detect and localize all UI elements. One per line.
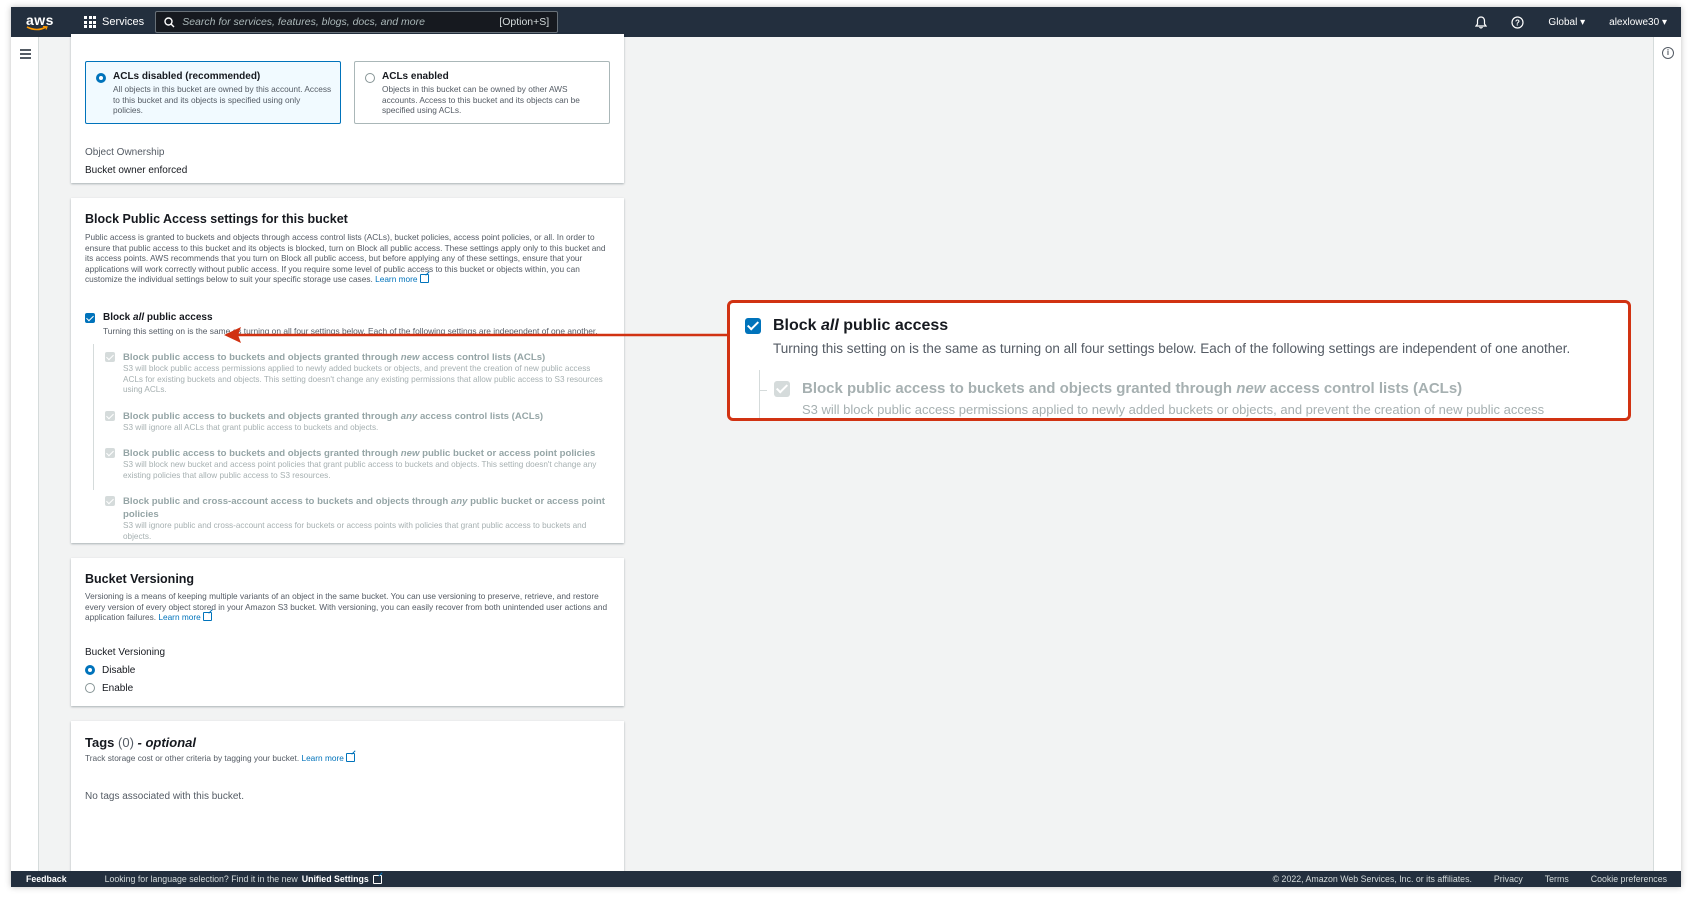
object-ownership-card: ACLs disabled (recommended) All objects … bbox=[71, 34, 624, 183]
radio-enable[interactable] bbox=[85, 683, 95, 693]
search-icon bbox=[164, 16, 175, 27]
sub-setting-description: S3 will block new bucket and access poin… bbox=[123, 460, 597, 480]
bucket-versioning-description: Versioning is a means of keeping multipl… bbox=[85, 591, 608, 622]
bucket-versioning-title: Bucket Versioning bbox=[85, 572, 195, 586]
sub-setting-checkbox[interactable] bbox=[105, 448, 115, 458]
versioning-option-enable[interactable]: Enable bbox=[85, 683, 612, 694]
info-panel-icon[interactable]: i bbox=[1662, 47, 1674, 59]
sub-setting-new-policies[interactable]: Block public access to buckets and objec… bbox=[105, 447, 611, 481]
sub-setting-title: Block public access to buckets and objec… bbox=[123, 352, 546, 363]
callout-title: Block all public access bbox=[773, 317, 949, 334]
svg-text:?: ? bbox=[1515, 18, 1520, 27]
search-shortcut: [Option+S] bbox=[499, 16, 550, 28]
copyright: © 2022, Amazon Web Services, Inc. or its… bbox=[1272, 874, 1472, 884]
browser-window: aws Services Search for services, featur… bbox=[11, 7, 1681, 887]
menu-hamburger-icon[interactable] bbox=[20, 49, 31, 61]
services-label: Services bbox=[102, 16, 145, 28]
block-all-checkbox[interactable] bbox=[85, 313, 95, 323]
services-menu[interactable]: Services bbox=[84, 16, 144, 28]
callout-sub-description: S3 will block public access permissions … bbox=[802, 402, 1545, 417]
tile-title: ACLs enabled bbox=[382, 71, 449, 82]
bucket-versioning-card: Bucket Versioning Versioning is a means … bbox=[71, 558, 624, 706]
sub-setting-any-acls[interactable]: Block public access to buckets and objec… bbox=[105, 410, 611, 434]
callout-tree-branch bbox=[759, 390, 767, 391]
radio-disable[interactable] bbox=[85, 665, 95, 675]
tree-line bbox=[93, 344, 94, 490]
block-public-access-title: Block Public Access settings for this bu… bbox=[85, 212, 348, 226]
callout-arrow-icon bbox=[224, 327, 730, 343]
sub-setting-checkbox[interactable] bbox=[105, 411, 115, 421]
right-rail: i bbox=[1653, 37, 1681, 871]
language-hint: Looking for language selection? Find it … bbox=[104, 874, 298, 884]
versioning-option-disable[interactable]: Disable bbox=[85, 665, 612, 676]
privacy-link[interactable]: Privacy bbox=[1494, 874, 1523, 884]
external-link-icon bbox=[202, 612, 212, 621]
footer: Feedback Looking for language selection?… bbox=[11, 871, 1681, 887]
top-navigation: aws Services Search for services, featur… bbox=[11, 7, 1681, 37]
block-all-label: Block all public access bbox=[103, 312, 213, 323]
zoom-callout: Block all public access Turning this set… bbox=[727, 300, 1631, 421]
learn-more-link[interactable]: Learn more bbox=[158, 612, 200, 622]
cookie-preferences-link[interactable]: Cookie preferences bbox=[1591, 874, 1667, 884]
tile-description: Objects in this bucket can be owned by o… bbox=[382, 84, 580, 115]
sub-setting-description: S3 will ignore public and cross-account … bbox=[123, 521, 587, 541]
sub-setting-checkbox[interactable] bbox=[105, 496, 115, 506]
sub-setting-description: S3 will ignore all ACLs that grant publi… bbox=[123, 423, 379, 432]
account-menu[interactable]: alexlowe30 bbox=[1609, 17, 1667, 28]
callout-sub-checkbox bbox=[774, 381, 790, 397]
callout-checkbox bbox=[745, 318, 761, 334]
learn-more-link[interactable]: Learn more bbox=[301, 753, 343, 763]
tile-acls-enabled[interactable]: ACLs enabled Objects in this bucket can … bbox=[354, 61, 610, 124]
sub-setting-title: Block public access to buckets and objec… bbox=[123, 448, 596, 459]
radio-acls-disabled[interactable] bbox=[96, 73, 106, 83]
tags-empty-message: No tags associated with this bucket. bbox=[85, 790, 244, 802]
tags-title: Tags (0) - optional bbox=[85, 735, 197, 750]
aws-smile-icon bbox=[26, 26, 48, 31]
search-placeholder: Search for services, features, blogs, do… bbox=[182, 16, 425, 28]
callout-tree-line bbox=[759, 370, 760, 418]
tile-title: ACLs disabled (recommended) bbox=[113, 71, 261, 82]
notifications-bell-icon[interactable] bbox=[1475, 15, 1488, 29]
aws-logo[interactable]: aws bbox=[24, 11, 62, 33]
callout-sub-title: Block public access to buckets and objec… bbox=[802, 380, 1463, 397]
external-link-icon bbox=[419, 274, 429, 283]
region-selector[interactable]: Global bbox=[1548, 17, 1585, 28]
callout-description: Turning this setting on is the same as t… bbox=[773, 341, 1571, 356]
tile-description: All objects in this bucket are owned by … bbox=[113, 84, 332, 115]
unified-settings-link[interactable]: Unified Settings bbox=[302, 874, 369, 884]
block-public-access-card: Block Public Access settings for this bu… bbox=[71, 198, 624, 543]
bucket-versioning-label: Bucket Versioning bbox=[85, 646, 166, 658]
block-public-access-description: Public access is granted to buckets and … bbox=[85, 232, 606, 284]
learn-more-link[interactable]: Learn more bbox=[375, 274, 417, 284]
sub-setting-checkbox[interactable] bbox=[105, 352, 115, 362]
sub-setting-title: Block public and cross-account access to… bbox=[123, 496, 605, 520]
feedback-link[interactable]: Feedback bbox=[26, 874, 67, 884]
sub-setting-new-acls[interactable]: Block public access to buckets and objec… bbox=[105, 351, 611, 396]
external-link-icon bbox=[372, 874, 382, 884]
sub-setting-any-policies[interactable]: Block public and cross-account access to… bbox=[105, 495, 611, 542]
left-rail bbox=[11, 37, 39, 871]
external-link-icon bbox=[345, 753, 355, 762]
radio-acls-enabled[interactable] bbox=[365, 73, 375, 83]
terms-link[interactable]: Terms bbox=[1545, 874, 1569, 884]
tags-description: Track storage cost or other criteria by … bbox=[85, 753, 612, 764]
services-grid-icon bbox=[84, 16, 96, 28]
sub-setting-description: S3 will block public access permissions … bbox=[123, 364, 603, 394]
object-ownership-value: Bucket owner enforced bbox=[85, 165, 188, 176]
tile-acls-disabled[interactable]: ACLs disabled (recommended) All objects … bbox=[85, 61, 341, 124]
object-ownership-label: Object Ownership bbox=[85, 147, 165, 158]
sub-setting-title: Block public access to buckets and objec… bbox=[123, 411, 544, 422]
tags-card: Tags (0) - optional Track storage cost o… bbox=[71, 721, 624, 871]
help-icon[interactable]: ? bbox=[1511, 15, 1525, 29]
search-input[interactable]: Search for services, features, blogs, do… bbox=[155, 11, 559, 33]
